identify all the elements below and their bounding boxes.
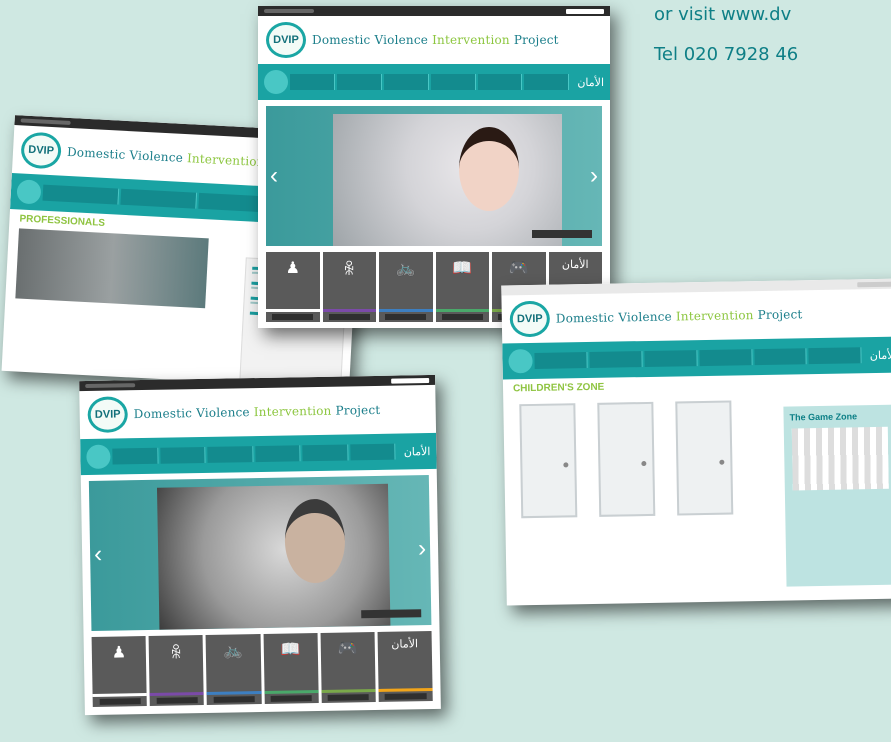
door-2[interactable] <box>597 401 656 517</box>
tile-1[interactable]: ♟ <box>91 636 147 707</box>
screenshot-home-woman: DVIP Domestic Violence Intervention Proj… <box>79 374 441 716</box>
tile-icon: 🎮 <box>337 640 358 658</box>
slider-left-arrow-icon[interactable]: ‹ <box>94 541 102 569</box>
dvip-logo: DVIP <box>266 22 306 58</box>
arabic-nav-item[interactable]: الأمان <box>398 445 431 459</box>
door-3[interactable] <box>675 400 734 516</box>
dvip-logo: DVIP <box>87 396 129 433</box>
home-button[interactable] <box>508 348 533 374</box>
screenshot-home-girl: DVIP Domestic Violence Intervention Proj… <box>258 6 610 328</box>
tile-4[interactable]: 📖 <box>263 633 319 704</box>
contact-website-text: or visit www.dv <box>654 4 792 25</box>
arabic-nav-item[interactable]: الأمان <box>571 76 604 89</box>
top-bar <box>258 6 610 16</box>
professionals-photo <box>15 228 209 309</box>
tile-2[interactable]: ꆜ <box>322 252 376 322</box>
site-header: DVIP Domestic Violence Intervention Proj… <box>79 385 436 439</box>
tile-icon: 🚲 <box>223 642 244 660</box>
game-zone-title: The Game Zone <box>789 411 858 423</box>
tile-3[interactable]: 🚲 <box>205 634 262 705</box>
tile-6[interactable]: الأمان <box>377 631 433 702</box>
hero-photo <box>333 114 562 246</box>
slider-left-arrow-icon[interactable]: ‹ <box>270 162 278 190</box>
feature-tiles: ♟ ꆜ 🚲 📖 🎮 الأمان <box>91 631 433 707</box>
hero-photo <box>156 483 391 630</box>
tile-1[interactable]: ♟ <box>266 252 320 322</box>
dvip-logo: DVIP <box>20 131 63 170</box>
contact-phone-text: Tel 020 7928 46 <box>654 44 799 65</box>
game-zone-box[interactable]: The Game Zone <box>783 404 891 587</box>
tile-icon: ♟ <box>285 260 300 277</box>
home-button[interactable] <box>16 179 42 205</box>
slider-right-arrow-icon[interactable]: › <box>418 535 426 563</box>
home-button[interactable] <box>264 70 288 94</box>
hero-slider[interactable]: ‹ › <box>88 475 432 631</box>
site-header: DVIP Domestic Violence Intervention Proj… <box>258 16 610 64</box>
word-search-grid[interactable] <box>791 426 889 491</box>
main-nav[interactable]: الأمان <box>80 432 437 476</box>
tile-icon: 🎮 <box>508 260 529 277</box>
dvip-logo: DVIP <box>509 300 551 338</box>
page-title: CHILDREN'S ZONE <box>512 381 605 395</box>
tile-icon: ♟ <box>111 644 127 662</box>
slider-cta-button[interactable] <box>361 609 422 619</box>
tile-icon: 📖 <box>452 260 473 277</box>
site-name: Domestic Violence Intervention Project <box>133 402 381 422</box>
main-nav[interactable]: الأمان <box>258 64 610 100</box>
search-input[interactable] <box>566 8 604 14</box>
tile-icon: ꆜ <box>169 645 183 663</box>
tile-icon: الأمان <box>391 638 419 651</box>
hero-slider[interactable]: ‹ › <box>266 106 602 246</box>
girl-face <box>458 127 519 212</box>
arabic-nav-item[interactable]: الأمان <box>864 348 891 362</box>
tile-4[interactable]: 📖 <box>435 252 489 322</box>
main-nav[interactable]: الأمان <box>502 336 891 380</box>
tile-icon: الأمان <box>561 259 589 271</box>
slider-right-arrow-icon[interactable]: › <box>590 162 598 190</box>
tile-5[interactable]: 🎮 <box>320 632 376 703</box>
tile-icon: 📖 <box>280 641 301 659</box>
screenshot-childrens-zone: DVIP Domestic Violence Intervention Proj… <box>501 278 891 606</box>
tile-icon: 🚲 <box>395 260 416 277</box>
tile-3[interactable]: 🚲 <box>379 252 433 322</box>
slider-cta-button[interactable] <box>532 230 592 238</box>
site-header: DVIP Domestic Violence Intervention Proj… <box>501 289 891 344</box>
tile-icon: ꆜ <box>343 262 356 279</box>
woman-face <box>284 498 346 584</box>
site-name: Domestic Violence Intervention Project <box>312 33 559 47</box>
tile-2[interactable]: ꆜ <box>148 635 205 706</box>
search-input[interactable] <box>391 377 430 384</box>
search-input[interactable] <box>857 281 891 287</box>
home-button[interactable] <box>86 444 111 470</box>
door-1[interactable] <box>519 403 578 519</box>
site-name: Domestic Violence Intervention Project <box>555 307 803 326</box>
